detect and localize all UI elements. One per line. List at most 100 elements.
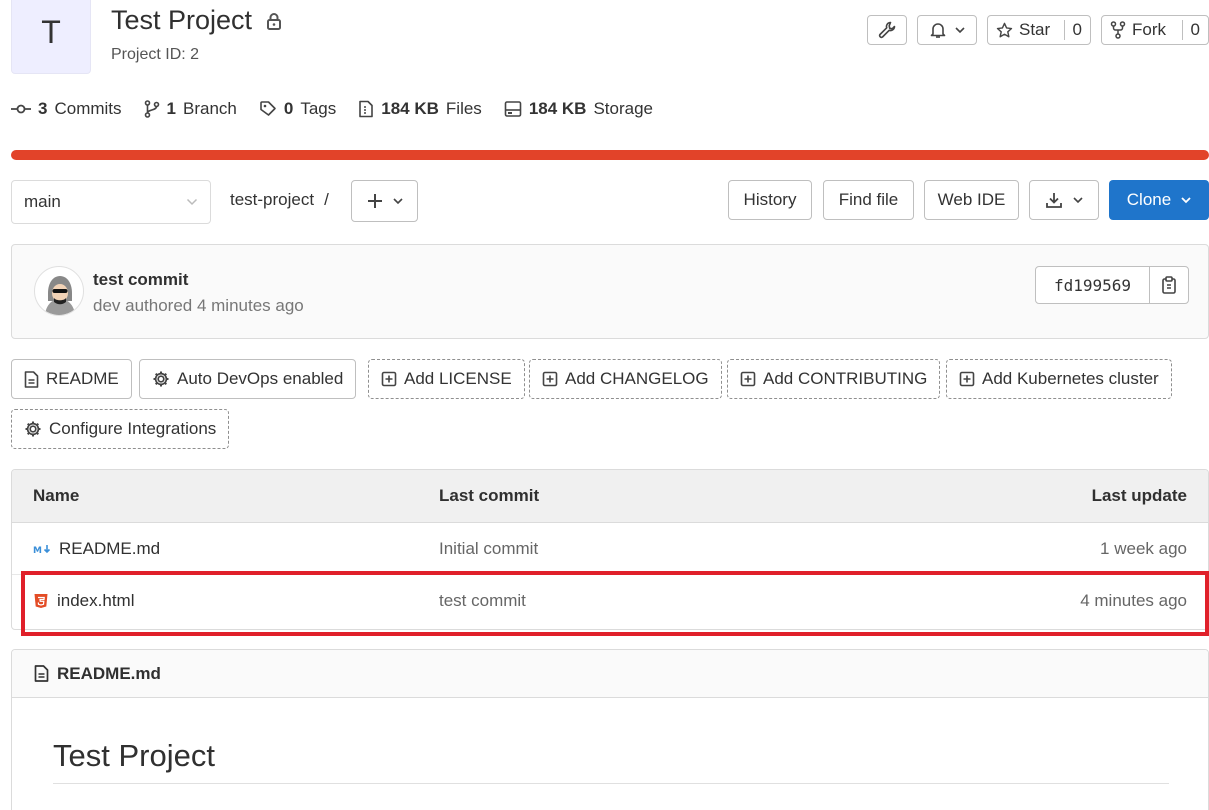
file-zip-icon bbox=[358, 100, 374, 118]
branch-name: main bbox=[24, 192, 61, 211]
file-name[interactable]: README.md bbox=[59, 539, 160, 559]
lock-icon bbox=[266, 12, 282, 30]
add-license-button[interactable]: Add LICENSE bbox=[368, 359, 525, 399]
project-title: Test Project bbox=[111, 5, 282, 36]
download-dropdown[interactable] bbox=[1029, 180, 1099, 220]
column-last-update-header: Last update bbox=[1091, 486, 1187, 505]
column-name-header: Name bbox=[33, 486, 80, 505]
commit-meta: dev authored 4 minutes ago bbox=[93, 296, 304, 315]
commit-sha[interactable]: fd199569 bbox=[1036, 267, 1150, 303]
copy-sha-button[interactable] bbox=[1150, 267, 1188, 303]
file-last-update: 1 week ago bbox=[1100, 538, 1187, 558]
stat-storage[interactable]: 184 KB Storage bbox=[504, 99, 653, 119]
file-last-commit[interactable]: Initial commit bbox=[439, 539, 538, 559]
readme-panel: README.md Test Project bbox=[11, 649, 1209, 810]
auto-devops-button[interactable]: Auto DevOps enabled bbox=[139, 359, 357, 399]
stat-branches-label: Branch bbox=[183, 99, 237, 118]
table-row[interactable]: M README.md Initial commit 1 week ago bbox=[12, 523, 1208, 575]
chevron-down-icon bbox=[955, 26, 965, 34]
chevron-down-icon bbox=[186, 198, 198, 206]
stat-branches[interactable]: 1 Branch bbox=[144, 99, 237, 119]
branch-icon bbox=[144, 100, 160, 118]
breadcrumb-separator: / bbox=[324, 190, 329, 209]
commit-icon bbox=[11, 103, 31, 115]
add-kubernetes-cluster-button[interactable]: Add Kubernetes cluster bbox=[946, 359, 1172, 399]
readme-button[interactable]: README bbox=[11, 359, 132, 399]
disk-icon bbox=[504, 100, 522, 118]
readme-heading: Test Project bbox=[53, 738, 215, 773]
fork-button[interactable]: Fork 0 bbox=[1101, 15, 1209, 45]
repository-language-bar[interactable] bbox=[11, 150, 1209, 160]
configure-integrations-button[interactable]: Configure Integrations bbox=[11, 409, 230, 449]
commit-title[interactable]: test commit bbox=[93, 270, 188, 290]
add-license-label: Add LICENSE bbox=[404, 369, 512, 388]
plus-square-icon bbox=[542, 371, 558, 387]
stat-files-size: 184 KB bbox=[381, 99, 439, 118]
table-header: Name Last commit Last update bbox=[12, 470, 1208, 523]
bell-icon bbox=[929, 21, 947, 39]
file-name-cell[interactable]: M README.md bbox=[33, 539, 160, 559]
add-changelog-label: Add CHANGELOG bbox=[565, 369, 709, 388]
stat-commits-count: 3 bbox=[38, 99, 48, 118]
add-contributing-label: Add CONTRIBUTING bbox=[763, 369, 928, 388]
clone-label: Clone bbox=[1126, 190, 1172, 209]
add-kubernetes-label: Add Kubernetes cluster bbox=[982, 369, 1159, 388]
readme-filename[interactable]: README.md bbox=[57, 664, 161, 684]
stat-files[interactable]: 184 KB Files bbox=[358, 99, 482, 119]
chevron-down-icon bbox=[1073, 196, 1083, 204]
auto-devops-label: Auto DevOps enabled bbox=[177, 369, 344, 388]
markdown-icon: M bbox=[33, 543, 51, 555]
star-label: Star bbox=[1019, 20, 1051, 39]
stat-tags[interactable]: 0 Tags bbox=[259, 99, 336, 119]
stat-commits-label: Commits bbox=[54, 99, 122, 118]
fork-count[interactable]: 0 bbox=[1181, 20, 1208, 40]
file-text-icon bbox=[34, 665, 49, 682]
star-button[interactable]: Star 0 bbox=[987, 15, 1091, 45]
add-changelog-button[interactable]: Add CHANGELOG bbox=[529, 359, 722, 399]
clipboard-icon bbox=[1161, 276, 1177, 294]
readme-header: README.md bbox=[12, 650, 1208, 698]
chevron-down-icon bbox=[1181, 196, 1191, 204]
fork-label: Fork bbox=[1132, 20, 1166, 39]
fork-icon bbox=[1110, 21, 1126, 39]
avatar[interactable] bbox=[34, 266, 84, 316]
plus-square-icon bbox=[381, 371, 397, 387]
highlight-box bbox=[21, 571, 1209, 636]
divider bbox=[53, 783, 1169, 784]
wrench-icon bbox=[878, 21, 896, 39]
clone-button[interactable]: Clone bbox=[1109, 180, 1209, 220]
add-contributing-button[interactable]: Add CONTRIBUTING bbox=[727, 359, 941, 399]
last-commit-panel: test commit dev authored 4 minutes ago f… bbox=[11, 244, 1209, 339]
project-avatar-letter: T bbox=[41, 13, 61, 50]
readme-button-label: README bbox=[46, 369, 119, 388]
branch-selector[interactable]: main bbox=[11, 180, 211, 224]
plus-icon bbox=[367, 193, 383, 209]
star-count[interactable]: 0 bbox=[1063, 20, 1090, 40]
configure-integrations-label: Configure Integrations bbox=[49, 419, 217, 438]
project-avatar[interactable]: T bbox=[11, 0, 91, 74]
plus-square-icon bbox=[959, 371, 975, 387]
find-file-button[interactable]: Find file bbox=[823, 180, 914, 220]
web-ide-button[interactable]: Web IDE bbox=[924, 180, 1019, 220]
file-text-icon bbox=[24, 370, 39, 388]
svg-text:M: M bbox=[33, 546, 42, 555]
download-icon bbox=[1045, 191, 1063, 209]
stat-tags-count: 0 bbox=[283, 99, 294, 118]
gear-icon bbox=[152, 370, 170, 388]
chevron-down-icon bbox=[392, 197, 403, 205]
project-title-text[interactable]: Test Project bbox=[111, 5, 252, 36]
stat-branches-count: 1 bbox=[166, 99, 176, 118]
plus-square-icon bbox=[740, 371, 756, 387]
add-dropdown-button[interactable] bbox=[351, 180, 418, 222]
settings-button[interactable] bbox=[867, 15, 907, 45]
breadcrumb: test-project / bbox=[230, 190, 329, 210]
breadcrumb-project[interactable]: test-project bbox=[230, 190, 314, 210]
star-icon bbox=[996, 22, 1013, 39]
stat-files-label: Files bbox=[445, 99, 482, 118]
gear-icon bbox=[24, 420, 42, 438]
history-button[interactable]: History bbox=[728, 180, 812, 220]
stat-commits[interactable]: 3 Commits bbox=[11, 99, 122, 119]
stat-storage-label: Storage bbox=[593, 99, 653, 118]
stat-tags-label: Tags bbox=[300, 99, 337, 118]
notification-dropdown[interactable] bbox=[917, 15, 977, 45]
